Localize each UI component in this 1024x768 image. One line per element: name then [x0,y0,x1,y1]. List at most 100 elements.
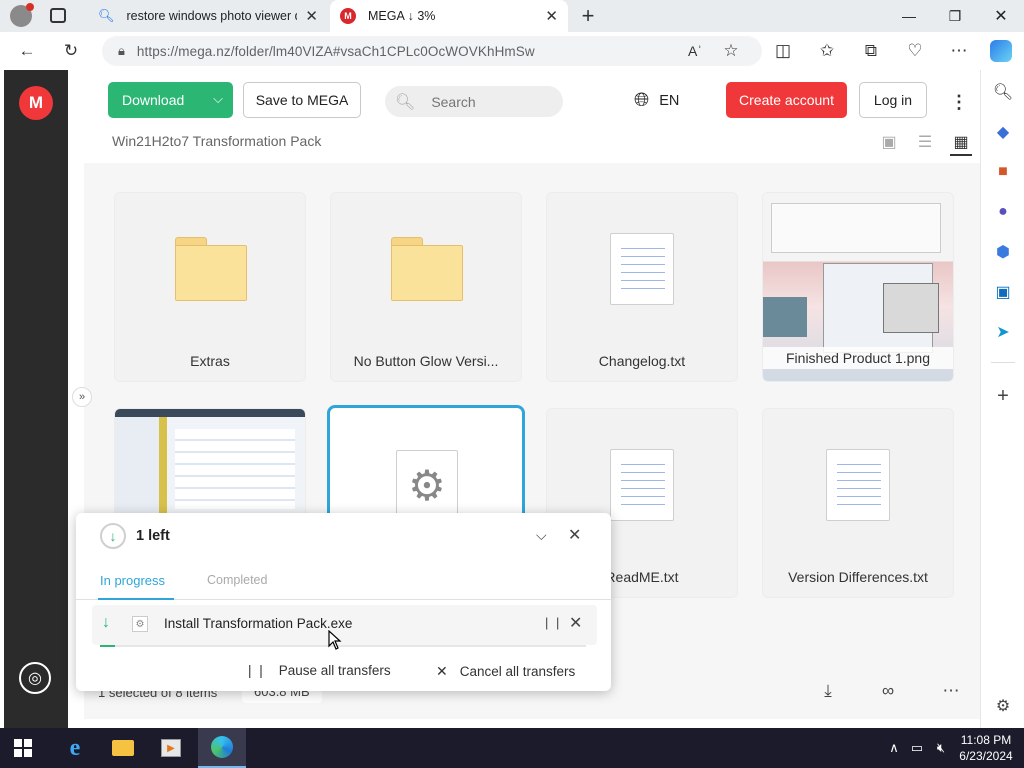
download-button[interactable]: Download ⌵ [108,82,233,118]
tab-in-progress[interactable]: In progress [100,573,165,588]
cancel-all-button[interactable]: ✕ Cancel all transfers [436,663,575,680]
mega-logo[interactable]: M [19,86,53,120]
tab-mega[interactable]: M MEGA ↓ 3% ✕ [330,0,568,32]
save-to-mega-button[interactable]: Save to MEGA [243,82,361,118]
folder-card-extras[interactable]: Extras [114,192,306,382]
close-panel-icon[interactable]: ✕ [568,525,581,545]
shopping-tag-icon[interactable]: ◆ [991,120,1015,144]
gear-icon: ⚙︎ [396,450,458,520]
close-window-icon[interactable]: ✕ [978,0,1024,32]
edge-taskbar-icon[interactable] [198,728,246,768]
grid-view-underline [950,154,972,156]
browser-essentials-icon[interactable]: ♡ [900,36,930,66]
list-view-icon[interactable]: ☰ [914,132,936,152]
grid-view-icon[interactable]: ▦ [950,132,972,152]
lock-icon: 🔒︎ [118,43,125,58]
pause-icon: | | [248,663,265,678]
folder-icon [391,237,463,301]
search-box[interactable]: 🔍︎ [385,86,563,117]
tab-title: restore windows photo viewer de [126,9,298,23]
profile-avatar[interactable] [10,3,34,27]
download-icon[interactable]: ⤓ [816,680,840,702]
transfers-left: 1 left [136,528,170,544]
tab-completed[interactable]: Completed [207,573,267,587]
action-center-icon[interactable]: ▭ [906,728,928,768]
text-file-icon [610,449,674,521]
file-explorer-icon[interactable] [100,728,146,768]
read-aloud-icon[interactable]: Aʾ [680,36,710,66]
restore-icon[interactable]: ❐ [932,0,978,32]
sidebar-search-icon[interactable]: 🔍︎ [991,80,1015,104]
sidebar-divider [991,362,1015,363]
office-icon[interactable]: ⬢ [991,240,1015,264]
language-selector[interactable]: 🌐︎ EN [634,88,679,114]
download-progress-icon: ↓ [100,523,126,549]
search-icon: 🔍︎ [98,8,115,23]
file-card-changelog[interactable]: Changelog.txt [546,192,738,382]
rail-background [4,70,68,728]
send-icon[interactable]: ➤ [991,320,1015,344]
download-label: Download [122,92,185,108]
people-icon[interactable]: ● [991,200,1015,224]
pause-all-button[interactable]: | | Pause all transfers [248,663,391,678]
exe-file-icon: ⚙︎ [132,616,148,632]
new-tab-icon[interactable]: + [576,3,600,28]
tab-actions-icon[interactable] [50,8,66,23]
split-screen-icon[interactable]: ◫ [768,36,798,66]
globe-icon: 🌐︎ [634,90,650,111]
favorite-star-icon[interactable]: ☆ [716,36,746,66]
add-sidebar-icon[interactable]: + [991,384,1015,408]
sync-icon[interactable]: ◎ [19,662,51,694]
sidebar-settings-icon[interactable]: ⚙︎ [991,694,1015,718]
file-card-version-differences[interactable]: Version Differences.txt [762,408,954,598]
image-card-finished-product[interactable]: Finished Product 1.png [762,192,954,382]
favorites-icon[interactable]: ✩ [812,36,842,66]
folder-title: Win21H2to7 Transformation Pack [112,133,322,149]
settings-more-icon[interactable]: ⋯ [944,36,974,66]
transfer-header: ↓ 1 left [100,523,170,549]
transfer-progress-fill [100,645,115,647]
media-player-icon[interactable]: ▶ [148,728,194,768]
transfer-file-name: Install Transformation Pack.exe [164,616,353,631]
clock-time: 11:08 PM [960,733,1012,747]
tab-search[interactable]: 🔍︎ restore windows photo viewer de ✕ [88,0,328,32]
close-tab-icon[interactable]: ✕ [305,7,318,25]
more-options-icon[interactable]: ⋮ [950,90,968,114]
address-bar-row: ← ↻ 🔒︎ https://mega.nz/folder/lm40VIZA#v… [0,32,1024,70]
clock[interactable]: 11:08 PM 6/23/2024 [956,732,1016,764]
transfer-row[interactable]: ↓ ⚙︎ Install Transformation Pack.exe | |… [92,605,597,645]
text-file-icon [610,233,674,305]
close-tab-icon[interactable]: ✕ [545,7,558,25]
outlook-icon[interactable]: ▣ [991,280,1015,304]
mouse-cursor [328,629,342,653]
minimize-icon[interactable]: — [886,0,932,32]
transfer-panel: ↓ 1 left ⌵ ✕ In progress Completed ↓ ⚙︎ … [76,513,611,691]
tab-title: MEGA ↓ 3% [368,9,436,23]
item-name: Version Differences.txt [788,569,928,585]
refresh-icon[interactable]: ↻ [56,36,86,66]
copilot-icon[interactable] [986,36,1016,66]
tools-icon[interactable]: ■ [991,160,1015,184]
cancel-transfer-icon[interactable]: ✕ [569,613,582,633]
collections-icon[interactable]: ⧉ [856,36,886,66]
pause-icon[interactable]: | | [545,615,561,630]
collapse-chevron-icon[interactable]: ⌵ [536,527,547,544]
browser-tab-bar: 🔍︎ restore windows photo viewer de ✕ M M… [0,0,1024,32]
login-button[interactable]: Log in [859,82,927,118]
search-input[interactable] [431,93,542,110]
chevron-down-icon[interactable]: ⌵ [213,91,223,107]
pause-all-label: Pause all transfers [278,663,391,678]
media-view-icon[interactable]: ▣ [878,132,900,152]
link-icon[interactable]: ∞ [876,680,900,702]
mega-left-rail: M ◎ [0,70,68,728]
windows-start-icon[interactable] [0,728,46,768]
more-horizontal-icon[interactable]: ⋯ [939,680,963,702]
volume-muted-icon[interactable]: 🔇︎ [930,728,952,768]
create-account-button[interactable]: Create account [726,82,847,118]
show-hidden-icons[interactable]: ∧ [884,728,904,768]
back-icon[interactable]: ← [12,36,42,66]
internet-explorer-icon[interactable]: e [52,728,98,768]
folder-card-no-button-glow[interactable]: No Button Glow Versi... [330,192,522,382]
expand-sidebar-icon[interactable]: » [72,387,92,407]
url-field[interactable]: 🔒︎ https://mega.nz/folder/lm40VIZA#vsaCh… [102,36,762,66]
